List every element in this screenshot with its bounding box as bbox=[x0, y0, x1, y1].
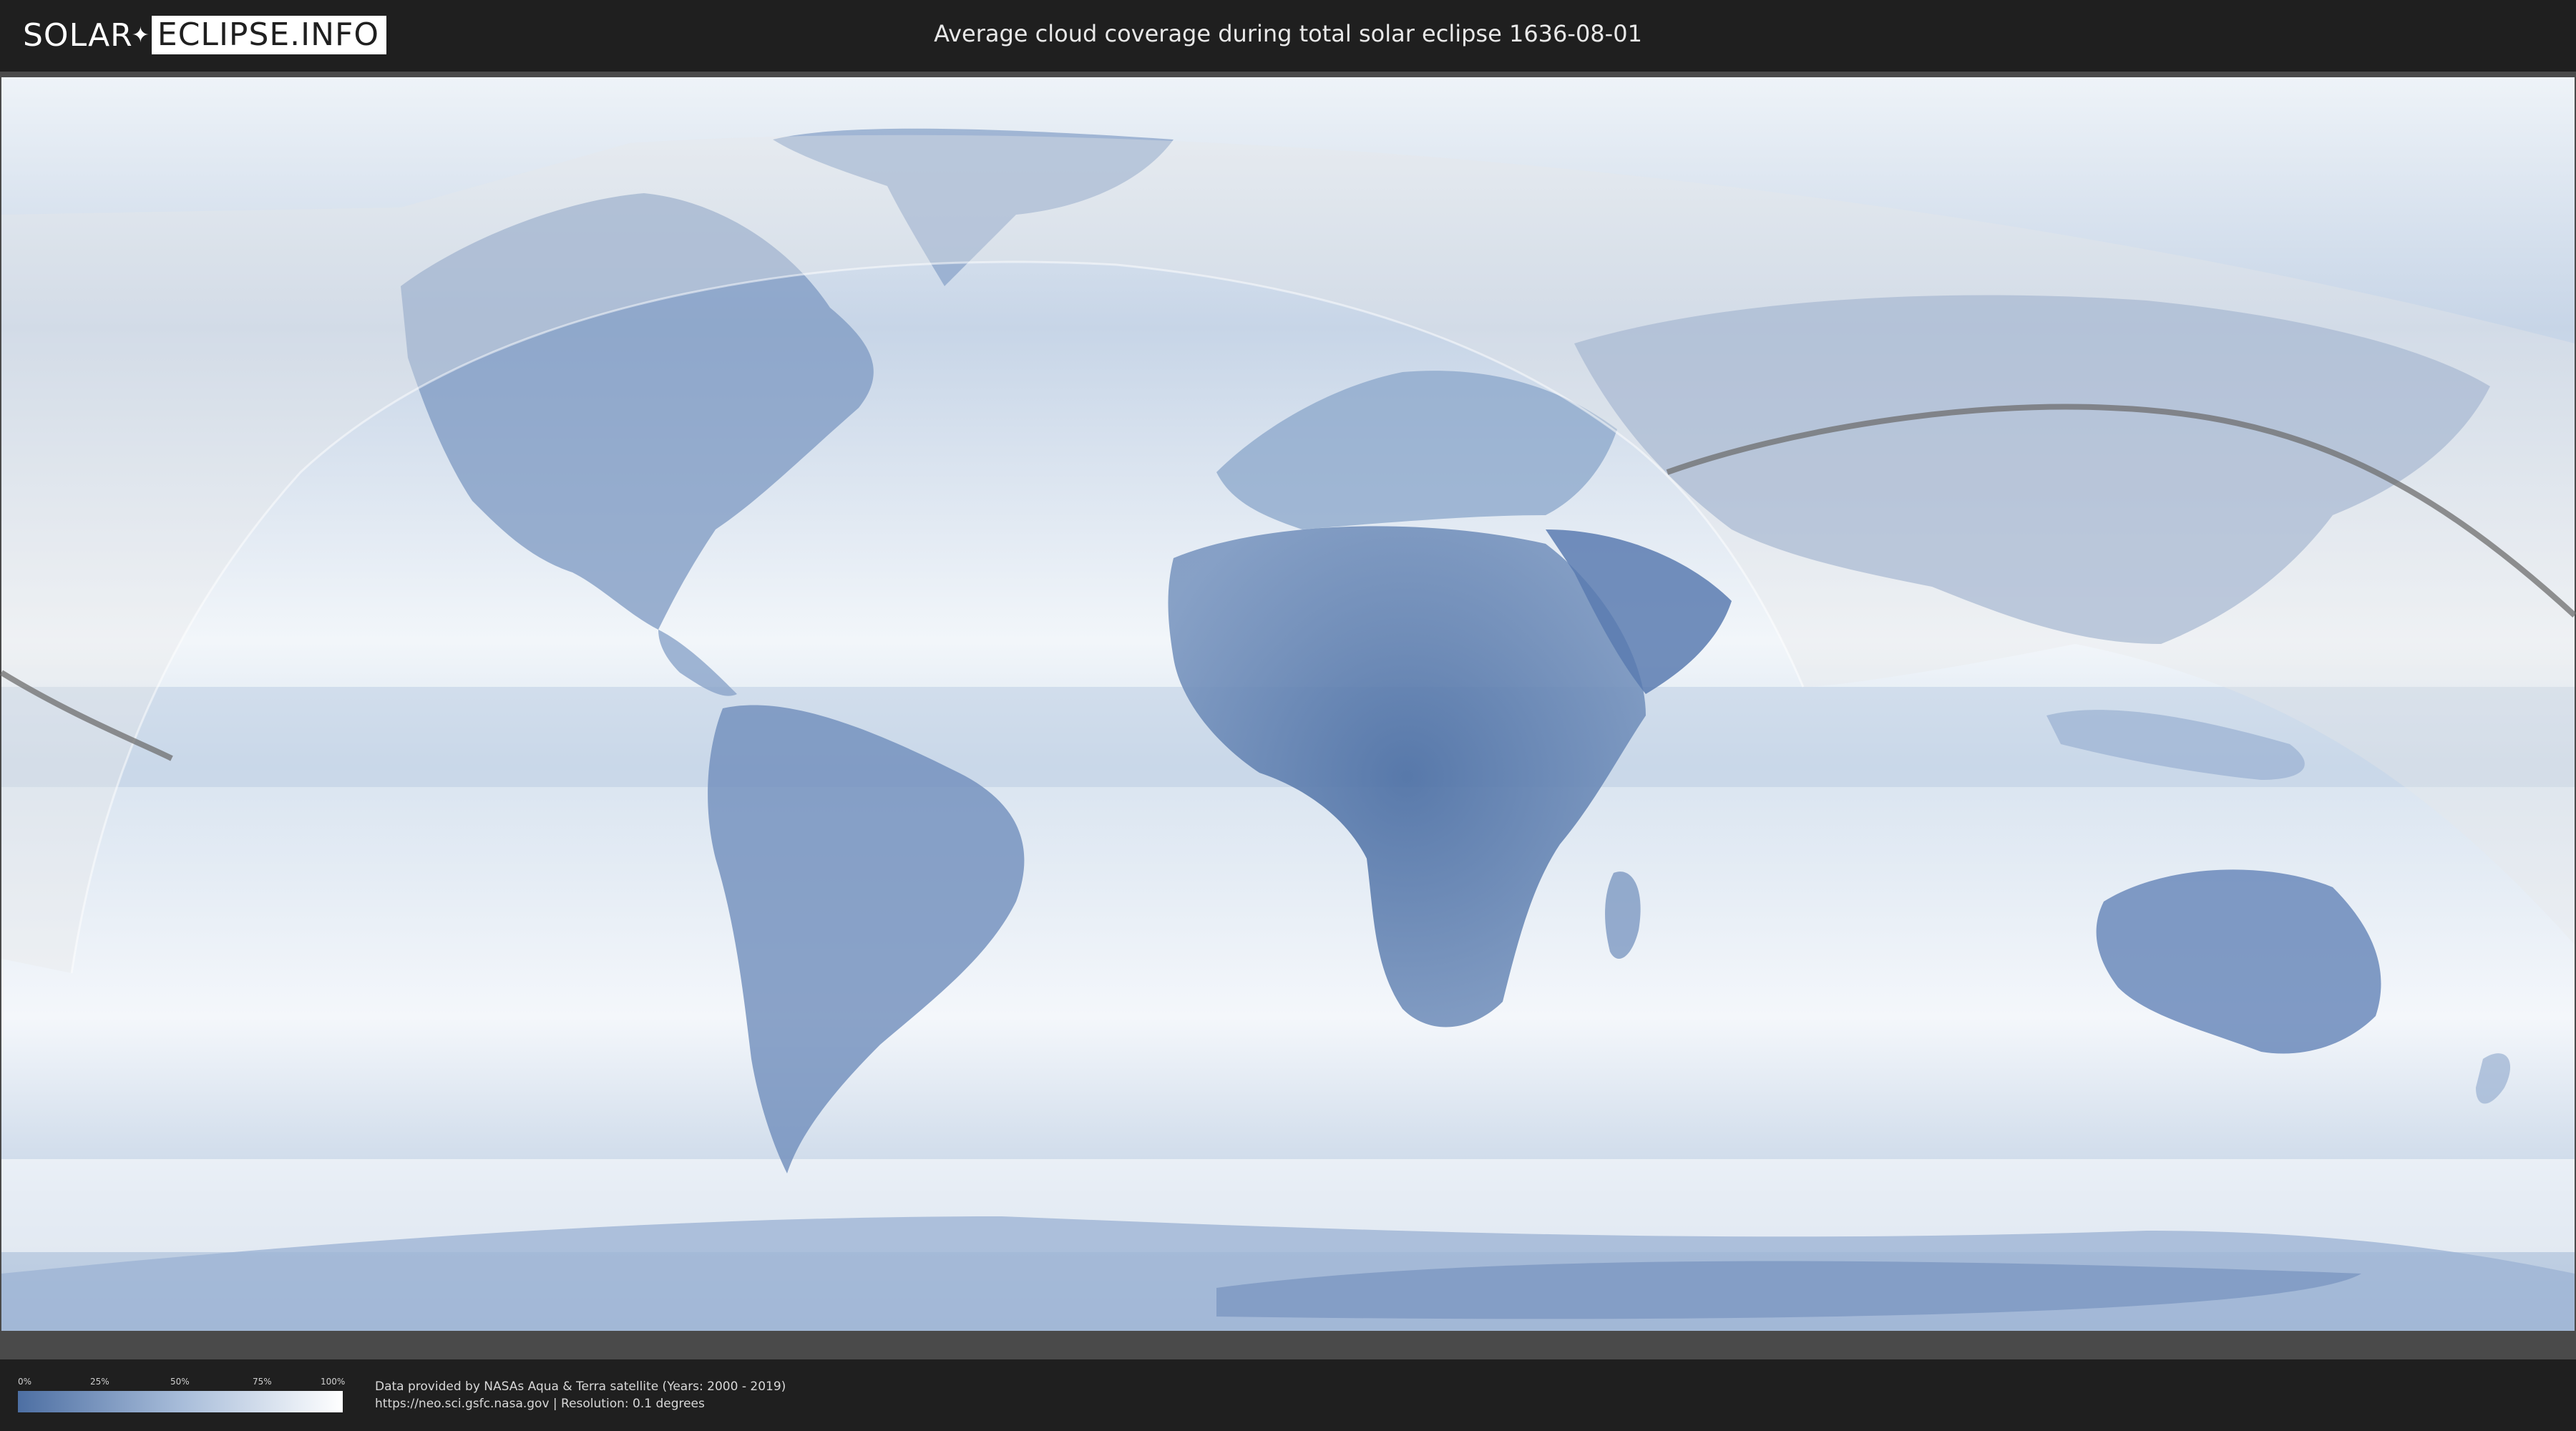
legend-tick-0: 0% bbox=[18, 1377, 32, 1387]
legend-tick-50: 50% bbox=[170, 1377, 190, 1387]
legend-tick-25: 25% bbox=[90, 1377, 109, 1387]
header-bar: SOLAR ✦ ECLIPSE.INFO Average cloud cover… bbox=[0, 0, 2576, 70]
legend-tick-100: 100% bbox=[321, 1377, 346, 1387]
legend-tick-75: 75% bbox=[253, 1377, 272, 1387]
data-source-url[interactable]: https://neo.sci.gsfc.nasa.gov | Resoluti… bbox=[375, 1397, 705, 1411]
legend-color-scale bbox=[18, 1391, 343, 1412]
data-credit: Data provided by NASAs Aqua & Terra sate… bbox=[375, 1379, 786, 1394]
world-map-svg bbox=[0, 77, 2576, 1359]
map-bottom-strip bbox=[0, 1331, 2576, 1359]
cloud-coverage-map[interactable] bbox=[0, 72, 2576, 1359]
page-title: Average cloud coverage during total sola… bbox=[934, 20, 1642, 47]
footer-bar: 0% 25% 50% 75% 100% Data provided by NAS… bbox=[0, 1359, 2576, 1431]
